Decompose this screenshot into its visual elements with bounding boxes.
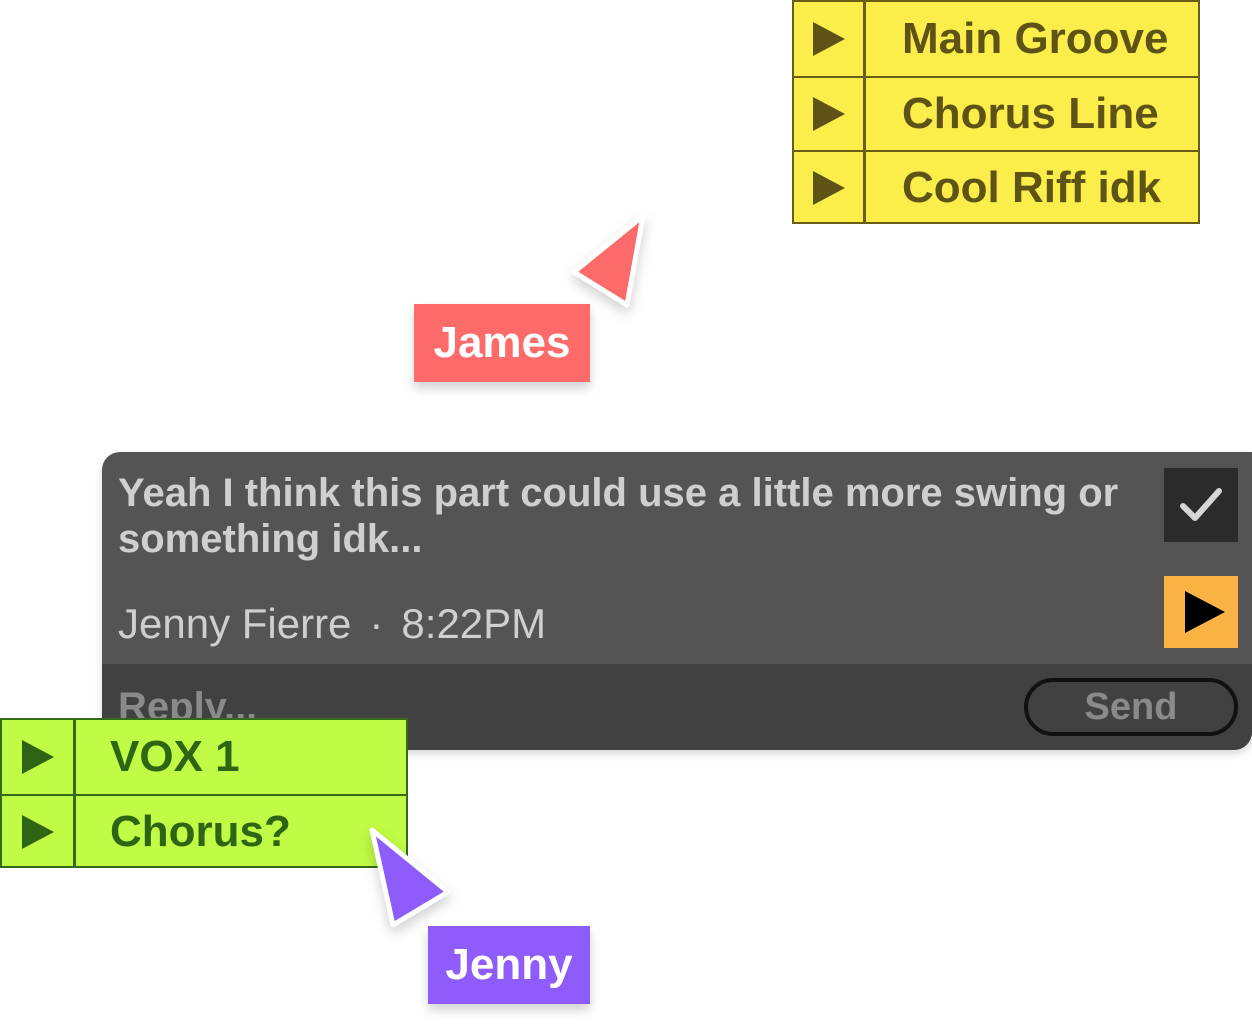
clip-row-vox-1[interactable]: VOX 1: [2, 720, 406, 794]
clip-row-chorus-line[interactable]: Chorus Line: [794, 76, 1198, 150]
comment-author: Jenny Fierre: [118, 600, 352, 647]
comment-play-button[interactable]: [1164, 576, 1238, 648]
play-icon: [812, 97, 845, 131]
comment-text: Yeah I think this part could use a littl…: [118, 471, 1119, 561]
clip-label: VOX 1: [110, 732, 240, 781]
cursor-pointer-icon-jenny: [364, 822, 458, 934]
meta-separator: ·: [369, 600, 384, 647]
clip-row-cool-riff[interactable]: Cool Riff idk: [794, 150, 1198, 224]
resolve-button[interactable]: [1164, 468, 1238, 542]
play-icon: [1185, 591, 1225, 633]
send-button[interactable]: Send: [1024, 678, 1238, 736]
play-icon: [21, 740, 54, 774]
clip-play-button[interactable]: [794, 2, 866, 76]
play-icon: [812, 171, 845, 205]
clip-list-yellow: Main Groove Chorus Line Cool Riff idk: [792, 0, 1200, 224]
clip-label: Cool Riff idk: [902, 163, 1162, 212]
clip-label: Main Groove: [902, 14, 1169, 63]
clip-label: Chorus Line: [902, 89, 1159, 138]
collaborator-name-tag-james: James: [414, 304, 590, 382]
clip-row-main-groove[interactable]: Main Groove: [794, 2, 1198, 76]
play-icon: [812, 22, 845, 56]
collaborator-name-tag-jenny: Jenny: [428, 926, 590, 1004]
clip-play-button[interactable]: [2, 796, 76, 868]
comment-time: 8:22PM: [401, 600, 547, 647]
checkmark-icon: [1180, 488, 1222, 521]
comment-card: Yeah I think this part could use a littl…: [102, 452, 1252, 750]
play-icon: [21, 815, 54, 849]
cursor-pointer-icon-james: [566, 208, 652, 314]
clip-play-button[interactable]: [2, 720, 76, 794]
clip-play-button[interactable]: [794, 78, 866, 150]
clip-row-chorus[interactable]: Chorus?: [2, 794, 406, 868]
canvas: Main Groove Chorus Line Cool Riff idk Ja…: [0, 0, 1252, 1032]
clip-label: Chorus?: [110, 807, 291, 856]
clip-list-green: VOX 1 Chorus?: [0, 718, 408, 868]
clip-play-button[interactable]: [794, 152, 866, 224]
comment-meta: Jenny Fierre · 8:22PM: [118, 600, 546, 648]
